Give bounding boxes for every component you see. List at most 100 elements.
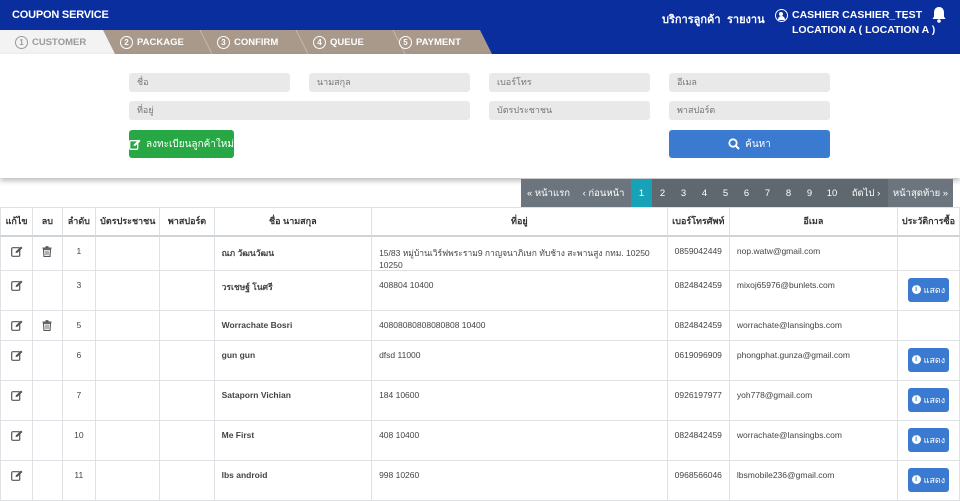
show-history-button[interactable]: i แสดง: [907, 427, 949, 452]
delete-button[interactable]: [42, 319, 52, 333]
edit-icon: [10, 470, 23, 481]
name-cell: Sataporn Vichian: [213, 379, 373, 421]
address-cell: 408804 10400: [371, 269, 668, 311]
page-next[interactable]: ถัดไป ›: [844, 179, 888, 207]
phone-input[interactable]: [489, 73, 650, 92]
page-8[interactable]: 8: [778, 179, 799, 207]
info-icon: i: [911, 395, 921, 404]
page-3[interactable]: 3: [673, 179, 694, 207]
id-card-cell: [95, 379, 161, 421]
page-last[interactable]: หน้าสุดท้าย »: [888, 179, 953, 207]
step-confirm[interactable]: 3 CONFIRM: [217, 30, 278, 54]
edit-button[interactable]: [10, 470, 23, 483]
page-1[interactable]: 1: [631, 179, 652, 207]
last-name-input[interactable]: [309, 73, 470, 92]
edit-icon: [10, 350, 23, 361]
index-cell: 11: [61, 459, 97, 501]
name-cell: gun gun: [213, 339, 373, 381]
email-cell: mixoj65976@bunlets.com: [728, 269, 898, 311]
step-label: CUSTOMER: [32, 36, 87, 48]
page-7[interactable]: 7: [757, 179, 778, 207]
page-6[interactable]: 6: [736, 179, 757, 207]
col-delete: ลบ: [32, 207, 63, 237]
nav-customer-service[interactable]: บริการลูกค้า: [662, 10, 721, 28]
trash-icon: [42, 245, 52, 257]
address-cell: 998 10260: [371, 459, 668, 501]
email-input[interactable]: [669, 73, 830, 92]
index-cell: 5: [61, 309, 97, 341]
info-icon: i: [911, 285, 921, 294]
address-cell: 40808080808080808 10400: [371, 309, 668, 341]
phone-cell: 0619096909: [666, 339, 730, 381]
address-cell: 184 10600: [371, 379, 668, 421]
show-label: แสดง: [923, 284, 946, 295]
show-history-button[interactable]: i แสดง: [907, 467, 949, 492]
page-first[interactable]: « หน้าแรก: [521, 179, 576, 207]
phone-cell: 0824842459: [666, 269, 730, 311]
delete-button[interactable]: [42, 245, 52, 259]
passport-cell: [159, 459, 215, 501]
passport-cell: [159, 379, 215, 421]
edit-button[interactable]: [10, 246, 23, 259]
id-card-input[interactable]: [489, 101, 650, 120]
passport-cell: [159, 309, 215, 341]
edit-button[interactable]: [10, 430, 23, 443]
first-name-input[interactable]: [129, 73, 290, 92]
name-cell: Me First: [213, 419, 373, 461]
edit-cell[interactable]: [0, 269, 34, 311]
name-cell: วรเชษฐ์ โนศรี: [213, 269, 373, 311]
edit-icon: [10, 280, 23, 291]
edit-cell[interactable]: [0, 379, 34, 421]
search-button[interactable]: ค้นหา: [669, 130, 830, 158]
edit-button[interactable]: [10, 280, 23, 293]
user-icon: [775, 9, 788, 22]
page-5[interactable]: 5: [715, 179, 736, 207]
edit-icon: [10, 320, 23, 331]
passport-input[interactable]: [669, 101, 830, 120]
history-cell: i แสดง: [896, 379, 960, 421]
register-new-customer-button[interactable]: ลงทะเบียนลูกค้าใหม่: [129, 130, 234, 158]
bell-icon[interactable]: [931, 6, 947, 23]
table-row: 11 lbs android 998 10260 0968566046 lbsmobil…: [0, 459, 960, 501]
page-2[interactable]: 2: [652, 179, 673, 207]
search-label: ค้นหา: [745, 138, 771, 150]
history-cell: i แสดง: [896, 459, 960, 501]
show-label: แสดง: [923, 474, 946, 485]
col-address: ที่อยู่: [371, 207, 668, 237]
edit-cell[interactable]: [0, 235, 34, 271]
page-prev[interactable]: ‹ ก่อนหน้า: [576, 179, 631, 207]
page-4[interactable]: 4: [694, 179, 715, 207]
edit-cell[interactable]: [0, 339, 34, 381]
show-history-button[interactable]: i แสดง: [907, 387, 949, 412]
id-card-cell: [95, 459, 161, 501]
show-history-button[interactable]: i แสดง: [907, 347, 949, 372]
edit-button[interactable]: [10, 320, 23, 333]
show-history-button[interactable]: i แสดง: [907, 277, 949, 302]
edit-button[interactable]: [10, 390, 23, 403]
step-payment[interactable]: 5 PAYMENT: [399, 30, 461, 54]
col-history: ประวัติการซื้อ: [896, 207, 960, 237]
brand-logo-text[interactable]: COUPON SERVICE: [12, 9, 109, 21]
email-cell: phongphat.gunza@gmail.com: [728, 339, 898, 381]
customer-table: แก้ไข ลบ ลำดับ บัตรประชาชน พาสปอร์ต ชื่อ…: [0, 207, 960, 501]
address-input[interactable]: [129, 101, 470, 120]
table-row: 6 gun gun dfsd 11000 0619096909 phongphat.gu…: [0, 339, 960, 381]
edit-cell[interactable]: [0, 419, 34, 461]
trash-icon: [42, 319, 52, 331]
step-queue[interactable]: 4 QUEUE: [313, 30, 364, 54]
page-10[interactable]: 10: [820, 179, 844, 207]
id-card-cell: [95, 235, 161, 271]
table-row: 1 ณภ วัฒนวัฒน 15/83 หมู่บ้านเวิร์ฟพระราม9 …: [0, 235, 960, 271]
index-cell: 6: [61, 339, 97, 381]
edit-button[interactable]: [10, 350, 23, 363]
phone-cell: 0926197977: [666, 379, 730, 421]
nav-report[interactable]: รายงาน: [727, 10, 765, 28]
edit-cell[interactable]: [0, 459, 34, 501]
passport-cell: [159, 419, 215, 461]
step-number: 5: [399, 35, 412, 49]
edit-cell[interactable]: [0, 309, 34, 341]
step-customer[interactable]: 1 CUSTOMER: [15, 30, 86, 54]
name-cell: lbs android: [213, 459, 373, 501]
page-9[interactable]: 9: [799, 179, 820, 207]
step-package[interactable]: 2 PACKAGE: [120, 30, 184, 54]
